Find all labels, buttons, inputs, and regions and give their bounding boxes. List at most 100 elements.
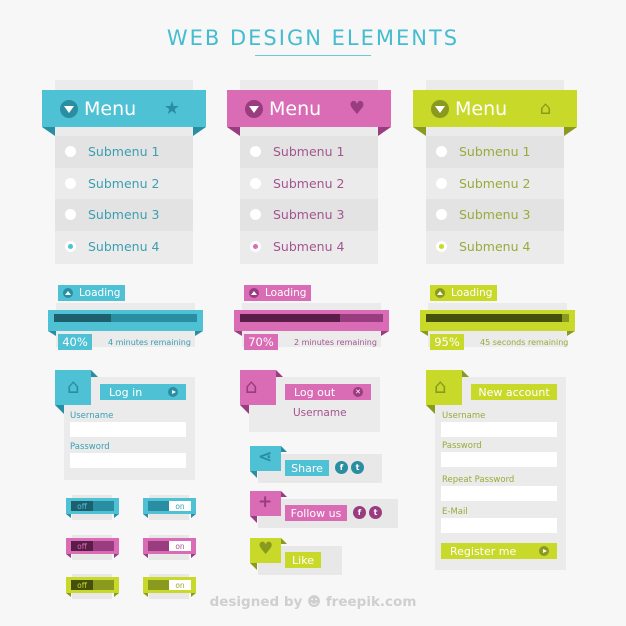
ribbon-fold: [381, 331, 389, 336]
loading-widget-blue: Loading 40% 4 minutes remaining: [48, 285, 208, 355]
radio-icon: [250, 209, 261, 221]
username-label: Username: [442, 411, 486, 421]
radio-icon: [436, 177, 447, 189]
toggle-track: on: [148, 541, 191, 551]
like-button[interactable]: Like: [285, 552, 321, 568]
password-input[interactable]: [441, 452, 557, 467]
username-input[interactable]: [441, 422, 557, 437]
login-button[interactable]: Log in: [100, 384, 186, 400]
social-corner: +: [250, 491, 281, 516]
register-button[interactable]: Register me: [441, 543, 557, 559]
up-arrow-icon: [249, 288, 259, 298]
time-remaining: 2 minutes remaining: [294, 338, 377, 347]
toggle-track: off: [71, 541, 114, 551]
progress-track: [54, 314, 197, 322]
ribbon-fold: [143, 514, 148, 518]
progress-fill: [54, 314, 112, 322]
submenu-item[interactable]: Submenu 3: [240, 199, 378, 231]
submenu-item[interactable]: Submenu 3: [426, 199, 564, 231]
loading-label: Loading: [79, 287, 121, 299]
progress-ribbon: [234, 310, 389, 331]
ribbon-fold: [234, 331, 242, 336]
submenu-item[interactable]: Submenu 3: [55, 199, 193, 231]
submenu-item[interactable]: Submenu 2: [426, 167, 564, 199]
title-underline: [255, 55, 371, 56]
credit: designed by ☻ freepik.com: [0, 594, 626, 610]
email-input[interactable]: [441, 518, 557, 533]
submenu-item[interactable]: Submenu 2: [240, 167, 378, 199]
toggle-off-blue[interactable]: off: [66, 495, 119, 526]
menu-label: Menu: [455, 97, 508, 120]
submenu-label: Submenu 4: [459, 238, 531, 254]
progress-percent: 40%: [58, 334, 92, 350]
submenu-label: Submenu 4: [273, 238, 345, 254]
submenu-item[interactable]: Submenu 1: [55, 136, 193, 168]
social-corner: ♥: [250, 538, 281, 563]
submenu-label: Submenu 3: [459, 207, 531, 223]
toggle-on-pink[interactable]: on: [143, 535, 196, 566]
repeat-password-input[interactable]: [441, 486, 557, 501]
corner-fold: [250, 471, 257, 478]
corner-fold: [250, 563, 257, 570]
social-corner: ⋖: [250, 446, 281, 471]
submenu-label: Submenu 4: [88, 238, 160, 254]
ribbon-fold: [413, 127, 426, 136]
register-panel: [435, 377, 566, 570]
repeat-password-label: Repeat Password: [442, 475, 515, 485]
ribbon-fold: [193, 127, 206, 136]
toggle-label: on: [169, 580, 191, 590]
credit-prefix: designed by: [209, 594, 303, 610]
ribbon-fold: [66, 514, 71, 518]
menu-pink: Menu ♥ Submenu 1 Submenu 2 Submenu 3 Submenu …: [227, 80, 391, 270]
submenu-item[interactable]: Submenu 1: [240, 136, 378, 168]
social-widget-blue: ⋖ Share f t: [250, 446, 395, 486]
facebook-icon[interactable]: f: [335, 461, 348, 474]
radio-selected-icon: [65, 240, 76, 252]
twitter-icon[interactable]: t: [351, 461, 364, 474]
ribbon-fold: [48, 331, 56, 336]
submenu-label: Submenu 1: [88, 144, 160, 160]
password-label: Password: [70, 442, 110, 452]
toggle-on-blue[interactable]: on: [143, 495, 196, 526]
submenu-item[interactable]: Submenu 2: [55, 167, 193, 199]
follow-us-button[interactable]: Follow us: [285, 505, 347, 521]
menu-header[interactable]: Menu ★: [42, 90, 206, 127]
submenu-label: Submenu 1: [459, 144, 531, 160]
logout-button[interactable]: Log out ✕: [285, 384, 371, 400]
ribbon-fold: [114, 514, 119, 518]
close-icon: ✕: [353, 387, 363, 397]
menu-label: Menu: [84, 97, 137, 120]
submenu-item[interactable]: Submenu 1: [426, 136, 564, 168]
home-corner: ⌂: [240, 370, 276, 405]
ribbon-fold: [378, 127, 391, 136]
submenu-item[interactable]: Submenu 4: [426, 230, 564, 262]
home-corner: ⌂: [426, 370, 462, 405]
facebook-icon[interactable]: f: [353, 506, 366, 519]
menu-header[interactable]: Menu ♥: [227, 90, 391, 127]
corner-fold: [462, 370, 469, 377]
toggle-off-pink[interactable]: off: [66, 535, 119, 566]
twitter-icon[interactable]: t: [369, 506, 382, 519]
radio-selected-icon: [250, 240, 261, 252]
submenu-item[interactable]: Submenu 4: [240, 230, 378, 262]
logout-button-label: Log out: [294, 385, 336, 399]
logout-widget: ⌂ Log out ✕ Username: [240, 370, 385, 435]
loading-widget-pink: Loading 70% 2 minutes remaining: [234, 285, 394, 355]
radio-icon: [65, 209, 76, 221]
toggle-ribbon: off: [66, 577, 119, 593]
loading-label: Loading: [451, 287, 493, 299]
home-icon: ⌂: [434, 374, 447, 398]
progress-fill: [426, 314, 562, 322]
toggle-label: off: [71, 541, 93, 551]
ribbon-fold: [567, 331, 575, 336]
username-input[interactable]: [70, 422, 186, 437]
share-button[interactable]: Share: [285, 460, 329, 476]
toggle-track: on: [148, 580, 191, 590]
menu-header[interactable]: Menu ⌂: [413, 90, 577, 127]
submenu-item[interactable]: Submenu 4: [55, 230, 193, 262]
radio-selected-icon: [436, 240, 447, 252]
toggle-ribbon: off: [66, 538, 119, 554]
password-input[interactable]: [70, 453, 186, 468]
radio-icon: [65, 177, 76, 189]
radio-icon: [250, 146, 261, 158]
